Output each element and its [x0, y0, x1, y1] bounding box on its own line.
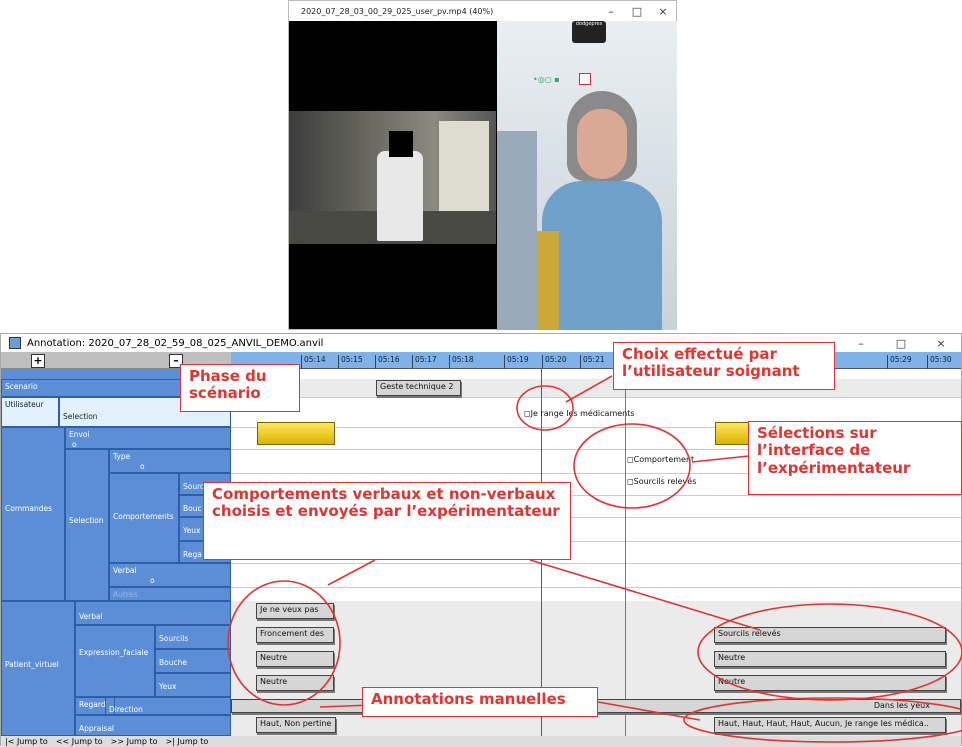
time-tick: 05:16 — [375, 355, 400, 369]
face-blur — [389, 131, 413, 157]
track-label-verbal-patient[interactable]: Verbal — [75, 601, 231, 625]
track-label-patient[interactable]: Patient_virtuel — [1, 601, 75, 736]
jump-next-button[interactable]: >> Jump to — [111, 737, 158, 746]
track-label-sourcils-patient[interactable]: Sourcils — [155, 625, 231, 649]
envoi-label: Envoi — [69, 430, 90, 439]
track-label-expression[interactable]: Expression_faciale — [75, 625, 155, 697]
window-title: Annotation: 2020_07_28_02_59_08_025_ANVI… — [27, 337, 324, 349]
time-tick: 05:14 — [301, 355, 326, 369]
zoom-in-button[interactable]: + — [31, 354, 45, 368]
patient-body — [542, 181, 662, 330]
callout-comportements: Comportements verbaux et non-verbaux cho… — [203, 482, 571, 560]
envoi-button-marker[interactable] — [257, 422, 335, 445]
track-label-selection-cmd[interactable]: Selection — [65, 449, 109, 601]
track-label-type[interactable]: Type o — [109, 449, 231, 473]
time-tick: 05:20 — [542, 355, 567, 369]
track-row[interactable] — [231, 587, 961, 602]
track-row[interactable] — [231, 563, 961, 588]
close-button[interactable]: × — [921, 337, 961, 350]
track-label-comportements[interactable]: Comportements — [109, 473, 179, 563]
track-label-yeux-patient[interactable]: Yeux — [155, 673, 231, 697]
maximize-button[interactable]: □ — [624, 5, 650, 18]
timeline-ruler[interactable]: 05:14 05:15 05:16 05:17 05:18 05:19 05:2… — [231, 352, 961, 369]
annotation-element[interactable]: Sourcils relevés — [714, 627, 946, 643]
time-tick: 05:17 — [412, 355, 437, 369]
video-title: 2020_07_28_03_00_29_025_user_pv.mp4 (40%… — [301, 6, 494, 16]
annotation-element[interactable]: ◻Sourcils relevés — [627, 477, 696, 486]
minimize-button[interactable]: – — [598, 5, 624, 18]
annotation-element[interactable]: Je ne veux pas — [256, 603, 334, 619]
time-tick: 05:29 — [887, 355, 912, 369]
verbal-label: Verbal — [113, 566, 137, 575]
video-titlebar: 2020_07_28_03_00_29_025_user_pv.mp4 (40%… — [289, 1, 676, 21]
callout-selections: Sélections sur l’interface de l’expérime… — [748, 421, 962, 495]
type-attr: o — [140, 462, 145, 471]
status-badge: dodgepres — [572, 21, 606, 43]
jump-last-button[interactable]: >| Jump to — [165, 737, 208, 746]
track-row[interactable] — [231, 601, 961, 626]
time-tick: 05:19 — [504, 355, 529, 369]
track-label-commandes[interactable]: Commandes — [1, 427, 65, 601]
track-labels-panel: Scenario Utilisateur Selection Commandes… — [1, 369, 231, 736]
callout-choix: Choix effectué par l’utilisateur soignan… — [613, 342, 835, 390]
app-icon — [9, 337, 21, 349]
annotation-element[interactable]: Haut, Non pertine — [256, 717, 336, 733]
annotation-element[interactable]: Geste technique 2 — [376, 380, 461, 396]
track-label-envoi[interactable]: Envoi o — [65, 427, 231, 449]
element-label: Je range les médicaments — [530, 409, 635, 418]
element-label: Comportement — [633, 455, 695, 464]
annotation-element[interactable]: Froncement des — [256, 627, 334, 643]
selection-line[interactable] — [625, 369, 626, 736]
time-tick: 05:18 — [449, 355, 474, 369]
track-label-appraisal[interactable]: Appraisal — [75, 715, 231, 736]
time-tick: 05:30 — [927, 355, 952, 369]
annotation-element[interactable]: ◻Je range les médicaments — [524, 409, 635, 418]
track-row[interactable] — [231, 379, 961, 398]
track-label-autres[interactable]: Autres — [109, 587, 231, 601]
jump-first-button[interactable]: |< Jump to — [5, 737, 48, 746]
callout-annotations: Annotations manuelles — [362, 687, 598, 717]
annotation-element[interactable]: Neutre — [714, 651, 946, 667]
time-tick: 05:21 — [580, 355, 605, 369]
annotation-element[interactable]: ◻Comportement — [627, 455, 694, 464]
maximize-button[interactable]: □ — [881, 337, 921, 350]
track-label-verbal-cmd[interactable]: Verbal o — [109, 563, 231, 587]
annotation-element[interactable]: Neutre — [256, 675, 334, 691]
nurse-figure — [377, 151, 423, 241]
element-label: Sourcils relevés — [633, 477, 697, 486]
video-scene-room — [289, 111, 496, 244]
track-label-bouche-patient[interactable]: Bouche — [155, 649, 231, 673]
annotation-element[interactable]: Neutre — [256, 651, 334, 667]
annotation-element[interactable]: Haut, Haut, Haut, Haut, Aucun, Je range … — [714, 717, 946, 733]
type-label: Type — [113, 452, 131, 461]
verbal-attr: o — [150, 576, 155, 585]
annotation-element[interactable]: Neutre — [714, 675, 946, 691]
time-tick: 05:15 — [338, 355, 363, 369]
jump-prev-button[interactable]: << Jump to — [56, 737, 103, 746]
video-scene-patient: dodgepres •◎○ ▪ — [497, 21, 677, 330]
navigation-bar: |< Jump to << Jump to >> Jump to >| Jump… — [1, 736, 961, 747]
envoi-attr: o — [72, 440, 77, 449]
close-button[interactable]: × — [650, 5, 676, 18]
minimize-button[interactable]: – — [841, 337, 881, 350]
patient-face — [577, 109, 627, 179]
track-label-direction[interactable]: Direction — [105, 697, 231, 715]
track-label-utilisateur[interactable]: Utilisateur — [1, 397, 59, 427]
callout-phase: Phase du scénario — [180, 364, 300, 412]
video-player-window: 2020_07_28_03_00_29_025_user_pv.mp4 (40%… — [288, 0, 677, 330]
